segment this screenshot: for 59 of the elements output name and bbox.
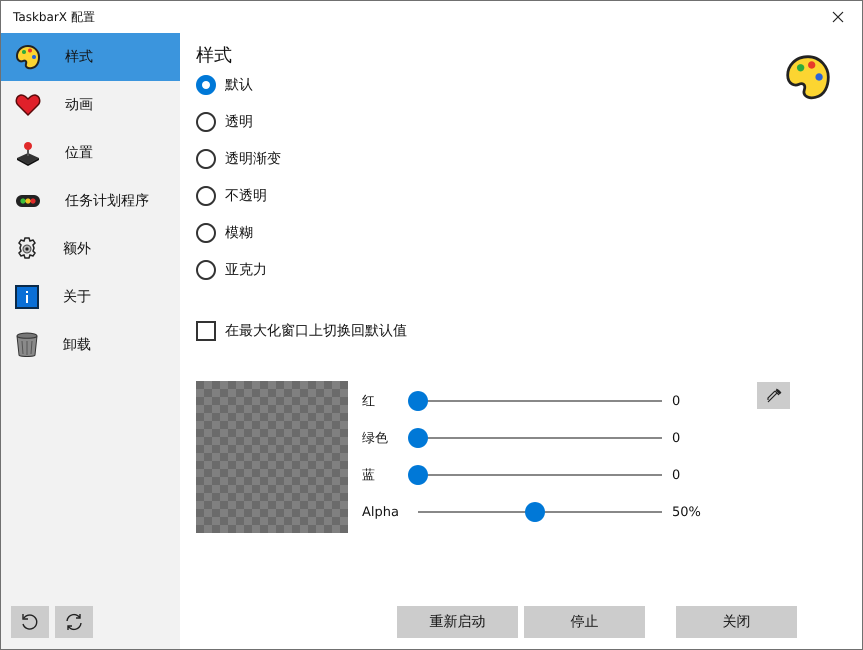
slider-thumb[interactable] bbox=[408, 428, 428, 448]
palette-icon bbox=[15, 44, 41, 70]
checkbox[interactable] bbox=[196, 321, 216, 341]
sidebar-item[interactable]: 位置 bbox=[1, 129, 180, 177]
palette-icon bbox=[784, 53, 832, 101]
trash-icon bbox=[15, 332, 39, 358]
radio-label: 透明 bbox=[225, 113, 253, 131]
info-icon bbox=[15, 285, 39, 309]
footer-button[interactable]: 关闭 bbox=[676, 606, 797, 638]
footer-button[interactable]: 停止 bbox=[524, 606, 645, 638]
radio-button[interactable] bbox=[196, 186, 216, 206]
radio-label: 透明渐变 bbox=[225, 150, 281, 168]
joystick-icon bbox=[15, 140, 41, 166]
traffic-light-icon bbox=[15, 194, 41, 208]
refresh-button[interactable] bbox=[55, 606, 93, 638]
radio-label: 亚克力 bbox=[225, 261, 267, 279]
window-title: TaskbarX 配置 bbox=[13, 8, 95, 26]
radio-label: 模糊 bbox=[225, 224, 253, 242]
page-title: 样式 bbox=[196, 44, 232, 67]
close-icon[interactable] bbox=[832, 11, 844, 23]
slider-value: 0 bbox=[672, 430, 682, 446]
slider-label: 红 bbox=[362, 393, 376, 410]
refresh-icon bbox=[64, 612, 84, 632]
radio-option[interactable]: 透明渐变 bbox=[196, 149, 862, 169]
slider-thumb[interactable] bbox=[408, 391, 428, 411]
radio-button[interactable] bbox=[196, 149, 216, 169]
slider-thumb[interactable] bbox=[525, 502, 545, 522]
footer-button[interactable]: 重新启动 bbox=[397, 606, 518, 638]
sidebar-item[interactable]: 动画 bbox=[1, 81, 180, 129]
sidebar-item[interactable]: 额外 bbox=[1, 225, 180, 273]
slider-label: 绿色 bbox=[362, 430, 389, 447]
radio-label: 默认 bbox=[225, 76, 253, 94]
sidebar-item[interactable]: 任务计划程序 bbox=[1, 177, 180, 225]
slider-label: Alpha bbox=[362, 504, 400, 520]
radio-option[interactable]: 默认 bbox=[196, 75, 862, 95]
eyedropper-icon bbox=[766, 388, 782, 404]
slider-value: 50% bbox=[672, 504, 702, 520]
checkbox-label: 在最大化窗口上切换回默认值 bbox=[225, 322, 407, 340]
radio-option[interactable]: 亚克力 bbox=[196, 260, 862, 280]
undo-button[interactable] bbox=[11, 606, 49, 638]
sidebar-item[interactable]: 卸载 bbox=[1, 321, 180, 369]
undo-icon bbox=[20, 612, 40, 632]
radio-button[interactable] bbox=[196, 112, 216, 132]
radio-label: 不透明 bbox=[225, 187, 267, 205]
radio-button[interactable] bbox=[196, 260, 216, 280]
slider-thumb[interactable] bbox=[408, 465, 428, 485]
radio-option[interactable]: 透明 bbox=[196, 112, 862, 132]
radio-button[interactable] bbox=[196, 75, 216, 95]
settings-icon bbox=[15, 237, 39, 261]
radio-option[interactable]: 不透明 bbox=[196, 186, 862, 206]
slider-label: 蓝 bbox=[362, 467, 376, 484]
slider-value: 0 bbox=[672, 394, 682, 408]
radio-button[interactable] bbox=[196, 223, 216, 243]
slider-value: 0 bbox=[672, 468, 682, 482]
radio-option[interactable]: 模糊 bbox=[196, 223, 862, 243]
heart-icon bbox=[15, 93, 41, 117]
sidebar-item[interactable]: 样式 bbox=[1, 33, 180, 81]
sidebar-item[interactable]: 关于 bbox=[1, 273, 180, 321]
eyedropper-button[interactable] bbox=[757, 382, 790, 409]
